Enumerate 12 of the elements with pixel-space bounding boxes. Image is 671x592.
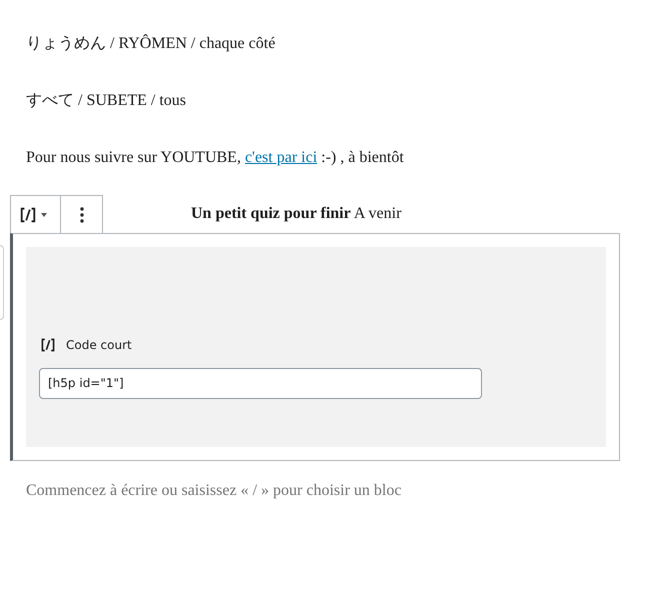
paragraph: すべて / SUBETE / tous [26,91,188,111]
paragraph: Pour nous suivre sur YOUTUBE, c'est par ici :-) , à bientôt [26,148,405,168]
shortcode-icon [19,206,37,224]
block-label: Code court [66,336,132,354]
heading: Un petit quiz pour finir A venir [191,204,402,224]
link[interactable]: c'est par ici [244,149,318,166]
more-icon [80,206,84,222]
shortcode-input[interactable]: [h5p id="1"] [39,368,482,398]
paragraph: りょうめん / RYÔMEN / chaque côté [26,33,276,54]
caret-icon [41,212,47,216]
shortcode-icon [39,336,57,352]
block-appender-placeholder[interactable]: Commencez à écrire ou saisissez « / » pour choisir un bloc [26,479,671,503]
